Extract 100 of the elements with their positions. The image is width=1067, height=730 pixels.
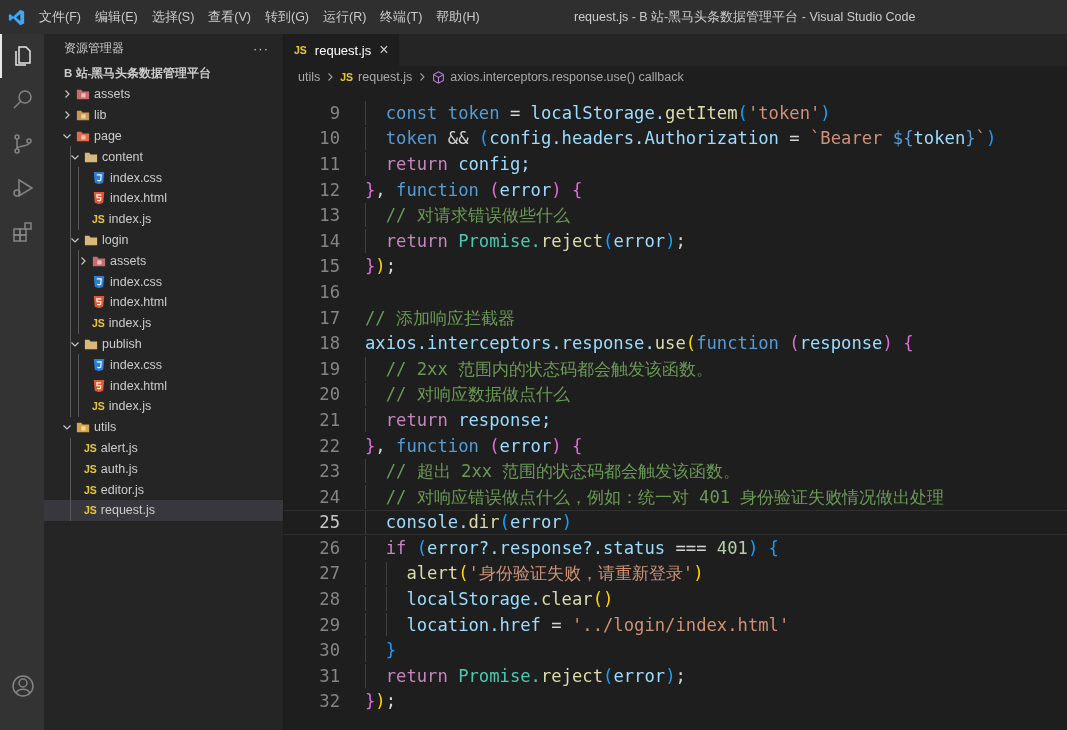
line-number: 14 [318, 230, 340, 251]
tree-item[interactable]: login [44, 229, 283, 251]
window-title: request.js - B 站-黑马头条数据管理平台 - Visual Studio Code [574, 8, 916, 26]
tree-item[interactable]: utils [44, 416, 283, 438]
code-comment: // 对请求错误做些什么 [384, 204, 570, 228]
more-actions-button[interactable]: ··· [253, 40, 269, 56]
code-line: return config; [384, 154, 531, 174]
tree-item[interactable]: publish [44, 333, 283, 355]
chevron-down-icon [62, 131, 72, 141]
html-file-icon [92, 191, 106, 206]
line-number: 24 [318, 486, 340, 507]
project-title[interactable]: B 站-黑马头条数据管理平台 [44, 62, 283, 84]
folder-icon [76, 108, 90, 123]
js-file-icon: JS [84, 504, 97, 517]
code-line: localStorage.clear() [405, 589, 614, 610]
tree-item[interactable]: index.css [44, 167, 283, 188]
line-number: 23 [318, 461, 340, 482]
tree-item[interactable]: index.css [44, 271, 283, 292]
breadcrumb-item[interactable]: request.js [358, 70, 413, 84]
chevron-right-icon [78, 255, 88, 266]
css-file-icon [92, 274, 106, 289]
code-line: location.href = '../login/index.html' [405, 614, 790, 635]
close-button[interactable]: × [379, 41, 389, 59]
line-number: 31 [318, 665, 340, 686]
code-line: return response; [384, 409, 552, 430]
line-number: 9 [328, 102, 340, 123]
tree-item[interactable]: index.html [44, 375, 283, 396]
tree-item[interactable]: JS alert.js [44, 437, 283, 459]
menu-item[interactable]: 选择(S) [151, 6, 195, 28]
code-line: return Promise.reject(error); [384, 230, 686, 251]
line-number: 13 [318, 205, 340, 226]
html-file-icon [92, 378, 106, 393]
menu-item[interactable]: 运行(R) [323, 6, 367, 28]
menu-item[interactable]: 编辑(E) [94, 6, 138, 28]
line-number: 18 [318, 333, 340, 354]
js-file-icon: JS [84, 462, 97, 475]
tree-item[interactable]: page [44, 125, 283, 147]
line-number: 12 [318, 179, 340, 200]
js-file-icon: JS [92, 317, 105, 330]
chevron-right-icon [62, 89, 72, 100]
line-number: 17 [318, 307, 340, 328]
html-file-icon [92, 295, 106, 310]
line-number: 28 [318, 589, 340, 610]
code-line: console.dir(error) [384, 512, 572, 533]
code-comment: // 添加响应拦截器 [365, 306, 516, 330]
tree-item[interactable]: JS auth.js [44, 458, 283, 480]
breadcrumb-item[interactable]: utils [298, 70, 321, 84]
line-number: 20 [318, 384, 340, 405]
code-line: return Promise.reject(error); [384, 665, 686, 686]
js-file-icon: JS [294, 44, 307, 56]
line-number: 25 [318, 512, 340, 533]
line-number: 21 [318, 409, 340, 430]
line-number: 22 [318, 435, 340, 456]
line-number: 15 [318, 256, 340, 277]
tree-item[interactable]: index.html [44, 291, 283, 313]
css-file-icon [92, 357, 106, 372]
line-number: 29 [318, 614, 340, 635]
tree-item[interactable]: lib [44, 104, 283, 126]
code-line: const token = localStorage.getItem('token') [384, 102, 831, 123]
breadcrumb-item[interactable]: axios.interceptors.response.use() callback [450, 70, 684, 84]
menu-item[interactable]: 转到(G) [265, 6, 310, 28]
code-comment: // 超出 2xx 范围的状态码都会触发该函数。 [384, 460, 741, 484]
menu-item[interactable]: 帮助(H) [436, 6, 480, 28]
js-file-icon: JS [92, 400, 105, 413]
folder-icon [76, 87, 90, 102]
tree-item[interactable]: JS editor.js [44, 479, 283, 500]
code-line: token && (config.headers.Authorization = `Bearer ${token}`) [384, 128, 997, 149]
line-number: 32 [318, 691, 340, 712]
code-line: }); [365, 256, 397, 277]
code-line: } [384, 640, 397, 661]
menu-item[interactable]: 查看(V) [208, 6, 251, 28]
tree-item[interactable]: content [44, 146, 283, 168]
line-number: 11 [318, 154, 340, 174]
code-line: if (error?.response?.status === 401) { [384, 537, 779, 558]
code-line: axios.interceptors.response.use(function (response) { [365, 333, 914, 354]
line-number: 10 [318, 128, 340, 149]
tree-item[interactable]: index.css [44, 354, 283, 376]
js-file-icon: JS [84, 441, 97, 454]
tree-item[interactable]: assets [44, 84, 283, 105]
tree-item[interactable]: JS request.js [44, 499, 283, 521]
js-file-icon: JS [84, 483, 97, 496]
chevron-right-icon [62, 110, 72, 121]
js-file-icon: JS [340, 71, 354, 83]
app-logo-icon [8, 8, 25, 26]
code-line: alert('身份验证失败，请重新登录') [405, 562, 704, 586]
editor-tab[interactable]: JS request.js × [284, 34, 399, 66]
tree-item[interactable]: index.html [44, 188, 283, 209]
folder-icon [76, 420, 90, 435]
cube-icon [432, 70, 446, 84]
line-number: 30 [318, 640, 340, 661]
line-number: 19 [318, 358, 340, 379]
tree-item[interactable]: JS index.js [44, 395, 283, 417]
explorer-title: 资源管理器 [64, 40, 124, 56]
menu-item[interactable]: 文件(F) [39, 6, 81, 28]
tree-item[interactable]: JS index.js [44, 312, 283, 334]
code-line: }); [365, 691, 397, 712]
menu-item[interactable]: 终端(T) [380, 6, 423, 28]
tree-item[interactable]: JS index.js [44, 208, 283, 230]
tree-item[interactable]: assets [44, 250, 283, 272]
code-line: }, function (error) { [365, 179, 583, 200]
